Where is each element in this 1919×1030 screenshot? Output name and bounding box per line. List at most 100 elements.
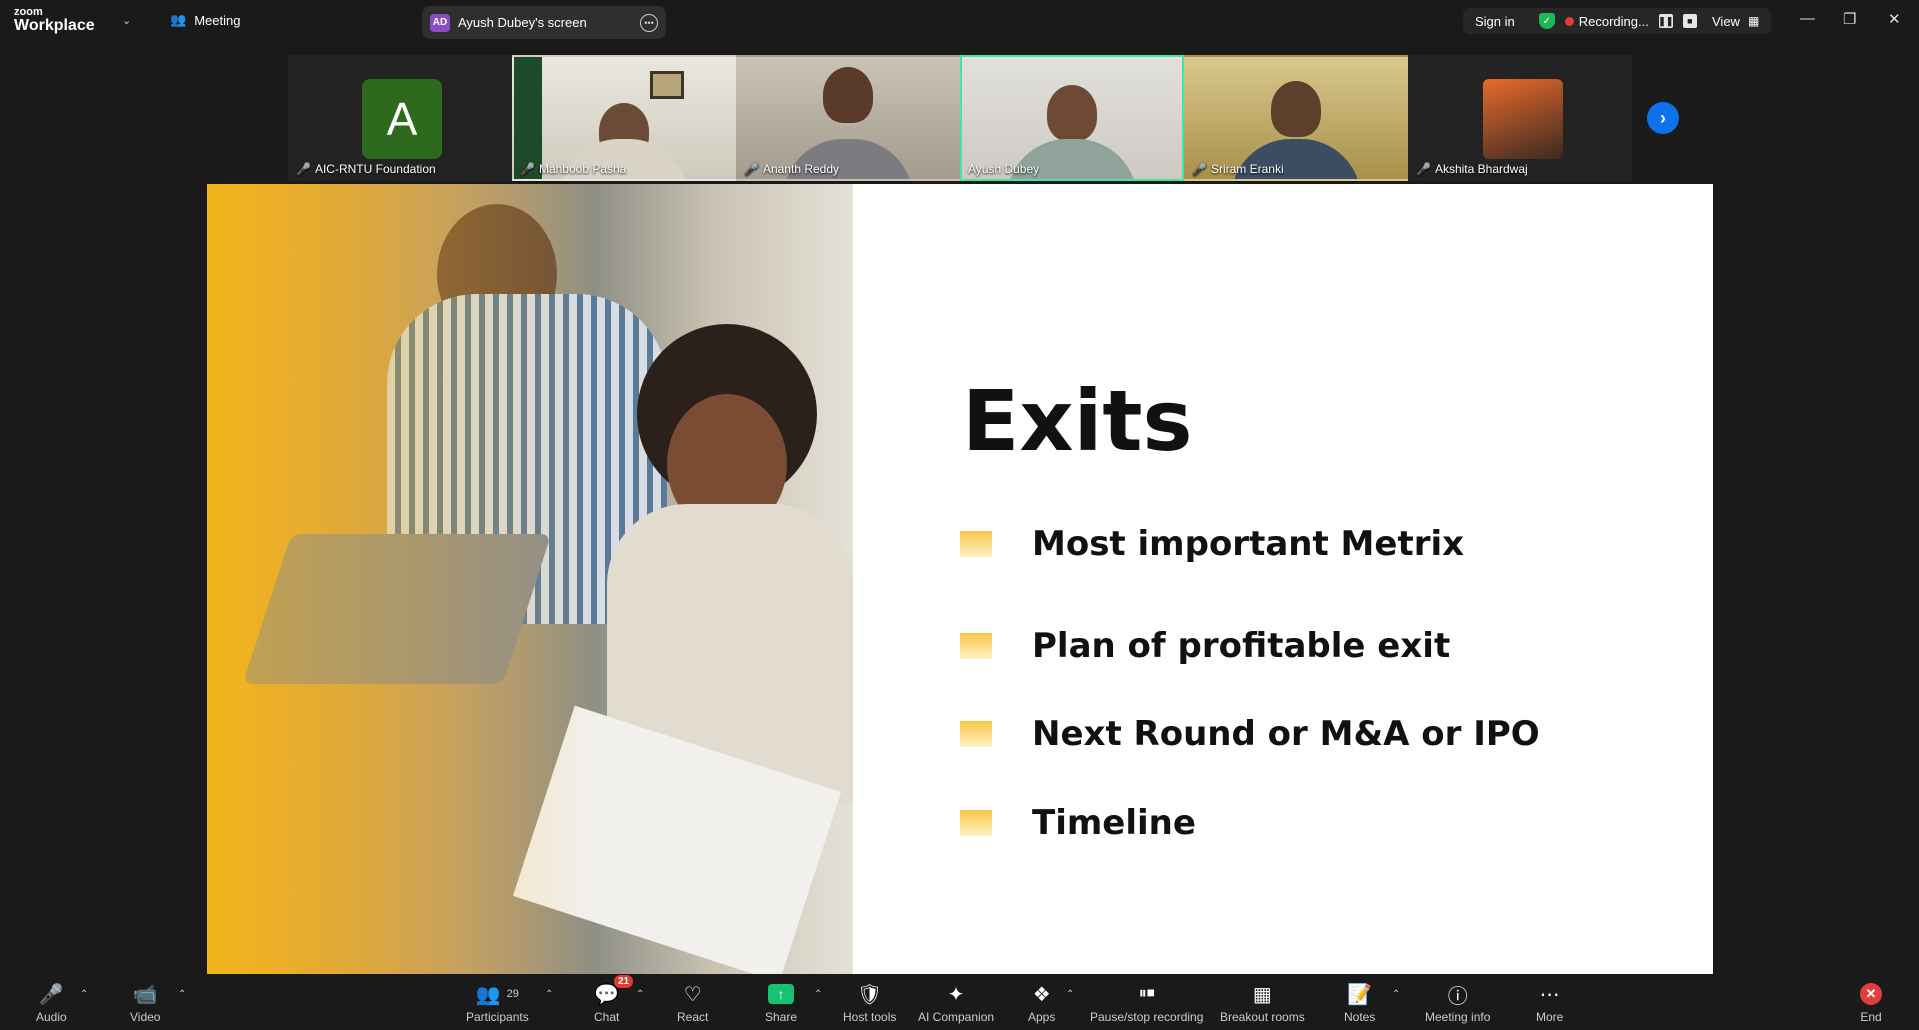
share-button[interactable]: ↑ Share <box>765 981 797 1024</box>
end-icon-wrap: ✕ <box>1860 981 1882 1007</box>
pause-recording-icon[interactable]: ❚❚ <box>1658 14 1673 28</box>
chat-icon: 💬 21 <box>594 975 634 1007</box>
sign-in-button[interactable]: Sign in <box>1475 14 1515 29</box>
video-button[interactable]: 📹 Video <box>130 981 161 1025</box>
notes-icon: 📝 <box>1347 983 1373 1006</box>
mic-muted-icon: 🎤 <box>296 162 311 176</box>
video-tile[interactable]: 🎤 Sriram Eranki <box>1184 55 1408 181</box>
slide-title: Exits <box>962 372 1193 470</box>
bullet-text: Timeline <box>1032 803 1196 843</box>
participants-button[interactable]: 👥 29 Participants <box>466 981 529 1025</box>
notes-options-caret-icon[interactable]: ⌃ <box>1392 989 1400 1000</box>
security-shield-icon[interactable]: ✓ <box>1538 13 1555 29</box>
chat-options-caret-icon[interactable]: ⌃ <box>636 989 644 1000</box>
meeting-tab[interactable]: 👥 Meeting <box>170 12 240 28</box>
chat-button[interactable]: 💬 21 Chat <box>594 975 634 1024</box>
sparkle-icon: ✦ <box>947 983 965 1006</box>
stop-recording-icon[interactable]: ■ <box>1682 14 1697 28</box>
notes-button[interactable]: 📝 Notes <box>1344 981 1376 1025</box>
video-off-icon: 📹 <box>132 983 158 1006</box>
pause-stop-icon: ⏸⏹ <box>1138 985 1155 1002</box>
restore-icon[interactable]: ❐ <box>1843 10 1856 28</box>
apps-icon: ❖ <box>1032 983 1051 1006</box>
participant-name-tag: 🎤 Sriram Eranki <box>1192 162 1284 176</box>
audio-label: Audio <box>36 1010 67 1024</box>
apps-button[interactable]: ❖ Apps <box>1028 981 1056 1025</box>
participant-name-tag: 🎤 Akshita Bhardwaj <box>1416 162 1528 176</box>
shared-screen-label: Ayush Dubey's screen <box>458 15 587 30</box>
participants-icon: 👥 29 <box>475 983 519 1006</box>
mic-muted-icon: 🎤 <box>1192 162 1207 176</box>
shared-screen-tab[interactable]: AD Ayush Dubey's screen ••• <box>422 6 666 39</box>
ai-companion-button[interactable]: ✦ AI Companion <box>918 981 994 1025</box>
list-item: Next Round or M&A or IPO <box>960 714 1540 754</box>
breakout-rooms-button[interactable]: ▦ Breakout rooms <box>1220 981 1305 1025</box>
people-icon: 👥 <box>170 12 187 27</box>
notes-label: Notes <box>1344 1010 1376 1024</box>
pause-stop-recording-button[interactable]: ⏸⏹ Pause/stop recording <box>1090 981 1203 1024</box>
participant-name-tag: 🎤 AIC-RNTU Foundation <box>296 162 436 176</box>
share-options-caret-icon[interactable]: ⌃ <box>814 989 822 1000</box>
breakout-grid-icon: ▦ <box>1252 983 1272 1006</box>
participant-name-tag: 🎤 Mahboob Pasha <box>520 162 626 176</box>
video-tile-active-speaker[interactable]: Ayush Dubey <box>960 55 1184 181</box>
participant-video <box>1047 85 1097 141</box>
meeting-tab-label: Meeting <box>194 12 241 28</box>
host-tools-button[interactable]: 🛡 Host tools <box>843 981 897 1025</box>
list-item: Most important Metrix <box>960 524 1464 564</box>
video-label: Video <box>130 1010 161 1024</box>
next-page-arrow-icon[interactable]: › <box>1647 102 1679 134</box>
apps-label: Apps <box>1028 1010 1056 1024</box>
host-tools-label: Host tools <box>843 1010 897 1024</box>
participant-name: Ananth Reddy <box>762 162 840 176</box>
end-label: End <box>1860 1010 1882 1024</box>
more-button[interactable]: ⋯ More <box>1536 981 1564 1025</box>
end-call-icon: ✕ <box>1860 983 1882 1005</box>
bullet-square-icon <box>960 721 992 747</box>
video-tile[interactable]: 🎤 Ananth Reddy <box>736 55 960 181</box>
more-icon: ⋯ <box>1539 983 1560 1006</box>
participant-name: Ayush Dubey <box>968 162 1040 176</box>
end-meeting-button[interactable]: ✕ End <box>1860 981 1882 1024</box>
chat-unread-badge: 21 <box>614 975 634 988</box>
bullet-square-icon <box>960 810 992 836</box>
video-tile[interactable]: 🎤 Mahboob Pasha <box>512 55 736 181</box>
meeting-toolbar: 🎤 Audio ⌃ 📹 Video ⌃ 👥 29 Participants ⌃ 💬… <box>0 975 1919 1030</box>
participants-count: 29 <box>506 988 519 1000</box>
audio-options-caret-icon[interactable]: ⌃ <box>80 989 88 1000</box>
shield-icon: 🛡 <box>856 983 883 1006</box>
mic-muted-icon: 🎤 <box>1416 162 1431 176</box>
more-label: More <box>1536 1010 1564 1024</box>
mic-muted-icon: 🎤 <box>520 162 535 176</box>
participant-thumbnail <box>1483 79 1563 159</box>
zoom-workplace-logo[interactable]: zoom Workplace <box>14 6 95 34</box>
breakout-rooms-label: Breakout rooms <box>1220 1010 1305 1024</box>
apps-options-caret-icon[interactable]: ⌃ <box>1066 989 1074 1000</box>
share-label: Share <box>765 1010 798 1024</box>
photo-gradient-overlay <box>207 184 853 974</box>
share-icon-wrap: ↑ <box>768 981 795 1007</box>
mic-muted-icon: 🎤 <box>38 983 64 1006</box>
react-button[interactable]: ♡ React <box>677 981 708 1025</box>
video-options-caret-icon[interactable]: ⌃ <box>178 989 186 1000</box>
audio-button[interactable]: 🎤 Audio <box>36 981 67 1025</box>
participant-video-strip: A 🎤 AIC-RNTU Foundation 🎤 Mahboob Pasha … <box>288 55 1632 181</box>
view-button[interactable]: View ▦ <box>1700 8 1772 34</box>
chevron-down-icon[interactable]: ⌄ <box>122 14 131 27</box>
close-icon[interactable]: ✕ <box>1888 10 1901 28</box>
heart-icon: ♡ <box>683 983 702 1006</box>
list-item: Timeline <box>960 803 1196 843</box>
video-tile[interactable]: A 🎤 AIC-RNTU Foundation <box>288 55 512 181</box>
meeting-info-button[interactable]: ⓘ Meeting info <box>1425 981 1490 1025</box>
video-tile[interactable]: 🎤 Akshita Bhardwaj <box>1408 55 1632 181</box>
participants-label: Participants <box>466 1010 529 1024</box>
participants-options-caret-icon[interactable]: ⌃ <box>545 989 553 1000</box>
recording-indicator[interactable]: Recording... <box>1564 14 1649 29</box>
participant-name: Mahboob Pasha <box>538 162 627 176</box>
presenter-avatar: AD <box>430 13 450 32</box>
more-options-icon[interactable]: ••• <box>640 13 658 32</box>
minimize-icon[interactable]: — <box>1800 10 1815 27</box>
participant-video <box>1271 81 1321 137</box>
bullet-square-icon <box>960 531 992 557</box>
chat-label: Chat <box>594 1010 620 1024</box>
